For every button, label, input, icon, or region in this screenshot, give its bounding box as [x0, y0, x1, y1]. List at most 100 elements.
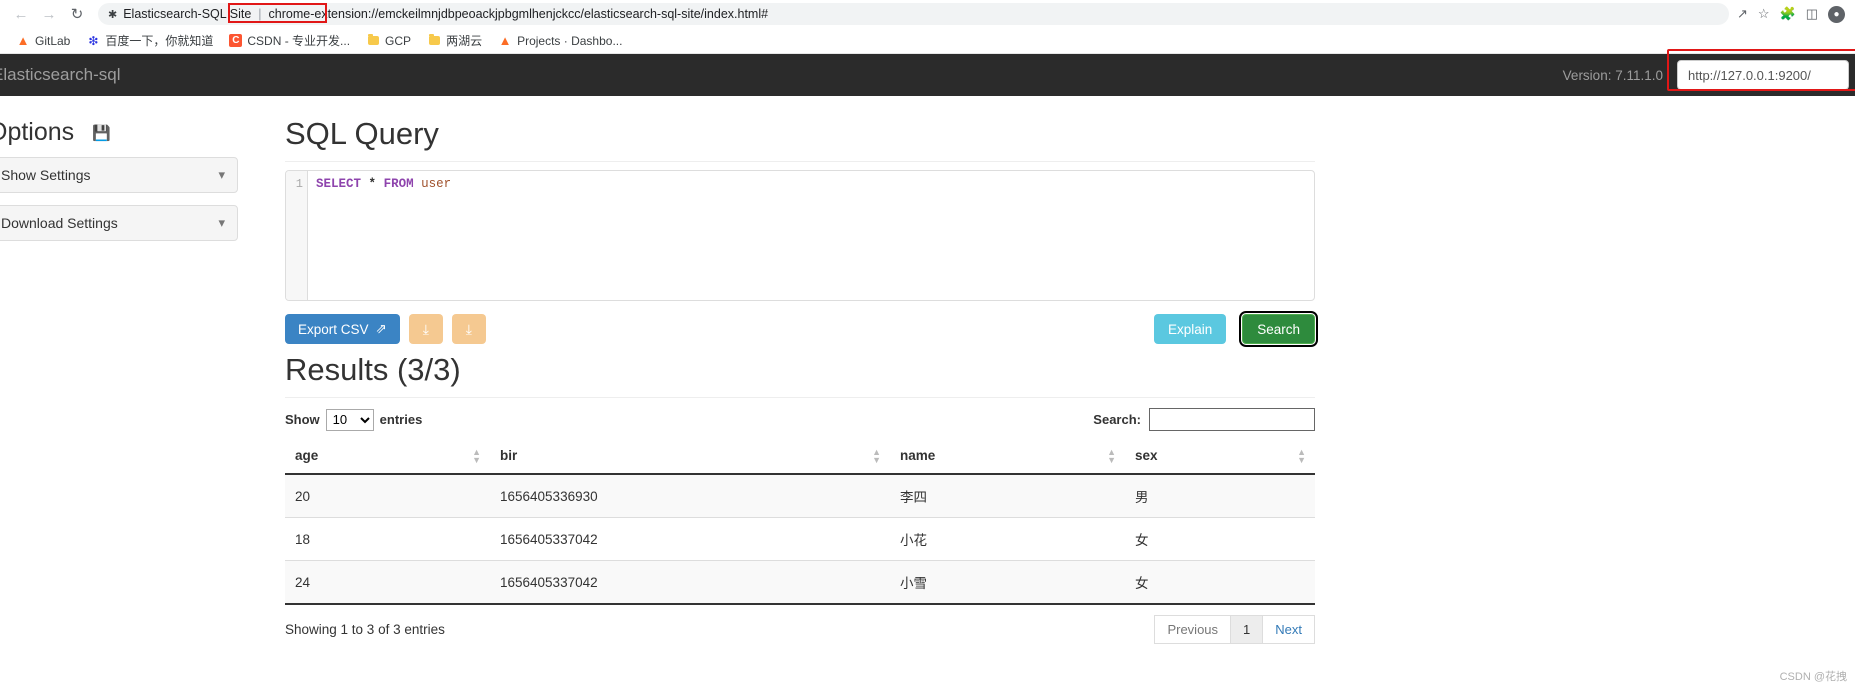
sort-arrows-icon: ▲ ▼: [872, 446, 881, 465]
options-title: Options: [0, 118, 75, 146]
folder-icon: [366, 34, 380, 48]
pagination-previous[interactable]: Previous: [1154, 615, 1232, 644]
bookmark-gitlab[interactable]: ▲ GitLab: [8, 32, 78, 50]
sql-keyword-from: FROM: [383, 177, 414, 191]
cell-age: 20: [285, 474, 490, 518]
puzzle-icon[interactable]: 🧩: [1780, 6, 1796, 22]
pagination: Previous 1 Next: [1154, 615, 1315, 644]
address-bar[interactable]: ✱ Elasticsearch-SQL Site | chrome-extens…: [98, 3, 1729, 25]
version-label: Version: 7.11.1.0: [1562, 67, 1663, 83]
explain-button[interactable]: Explain: [1153, 314, 1227, 344]
panel-download-settings[interactable]: Download Settings ▾: [0, 205, 238, 241]
page-title: SQL Query: [285, 116, 1315, 162]
table-header-row: age ▲ ▼ bir ▲ ▼ name ▲ ▼ sex ▲ ▼: [285, 438, 1315, 475]
column-header-age[interactable]: age ▲ ▼: [285, 438, 490, 475]
page-length-select[interactable]: 102550100: [325, 408, 374, 431]
download-double-line-icon: ⤓: [465, 320, 472, 337]
page-length-control: Show 102550100 entries: [285, 408, 423, 431]
baidu-icon: ❇: [88, 33, 99, 48]
table-controls: Show 102550100 entries Search:: [285, 408, 1315, 431]
sql-table-name: user: [421, 177, 452, 191]
external-export-icon: ⇗: [375, 321, 387, 336]
export-csv-button[interactable]: Export CSV ⇗: [285, 314, 400, 344]
gitlab-icon: ▲: [498, 33, 512, 48]
page-content: Options 💾 Show Settings ▾ Download Setti…: [0, 96, 1855, 644]
chevron-down-icon: ▾: [218, 215, 225, 230]
query-button-row: Export CSV ⇗ ⤓ ⤓ Explain Search: [285, 311, 1318, 347]
navigation-buttons: ← → ↻: [8, 1, 90, 27]
table-row[interactable]: 20 1656405336930 李四 男: [285, 474, 1315, 518]
editor-code-line[interactable]: SELECT * FROM user: [308, 171, 1314, 300]
bookmark-label: GCP: [385, 33, 412, 48]
side-panel-icon[interactable]: ◫: [1806, 6, 1818, 22]
bookmark-lianghuyun[interactable]: 两湖云: [419, 30, 490, 51]
table-search-label: Search:: [1093, 412, 1141, 427]
omnibox-url: chrome-extension://emckeilmnjdbpeoackjpb…: [268, 7, 769, 21]
options-title-row: Options 💾: [0, 96, 285, 157]
bookmark-label: 百度一下，你就知道: [105, 34, 214, 48]
bookmark-label: GitLab: [35, 33, 71, 48]
cell-bir: 1656405337042: [490, 517, 890, 561]
explain-label: Explain: [1167, 321, 1213, 337]
results-table-head: age ▲ ▼ bir ▲ ▼ name ▲ ▼ sex ▲ ▼: [285, 438, 1315, 475]
download-all-button[interactable]: ⤓: [451, 314, 486, 344]
column-label: sex: [1135, 448, 1158, 463]
browser-toolbar-icons: ↗ ☆ 🧩 ◫ ●: [1737, 5, 1847, 23]
pagination-next[interactable]: Next: [1262, 615, 1315, 644]
download-results-button[interactable]: ⤓: [408, 314, 443, 344]
bookmark-label: CSDN - 专业开发...: [247, 34, 351, 48]
gitlab-icon: ▲: [16, 33, 30, 48]
share-icon[interactable]: ↗: [1737, 6, 1748, 22]
omnibox-separator: |: [258, 7, 262, 21]
cell-name: 李四: [890, 474, 1125, 518]
entries-label: entries: [379, 412, 423, 427]
host-url-input[interactable]: [1677, 60, 1849, 90]
table-search-input[interactable]: [1149, 408, 1315, 431]
column-label: age: [295, 448, 319, 463]
star-icon[interactable]: ☆: [1758, 6, 1770, 22]
csdn-icon: C: [229, 34, 243, 47]
table-footer: Showing 1 to 3 of 3 entries Previous 1 N…: [285, 615, 1315, 644]
cell-bir: 1656405336930: [490, 474, 890, 518]
bookmark-csdn[interactable]: C CSDN - 专业开发...: [221, 30, 358, 51]
back-icon[interactable]: ←: [8, 1, 34, 27]
pagination-page-1[interactable]: 1: [1230, 615, 1264, 644]
search-button[interactable]: Search: [1239, 311, 1318, 347]
column-header-bir[interactable]: bir ▲ ▼: [490, 438, 890, 475]
cell-age: 24: [285, 560, 490, 605]
table-row[interactable]: 18 1656405337042 小花 女: [285, 517, 1315, 561]
chevron-down-icon: ▾: [218, 167, 225, 182]
editor-line-number: 1: [286, 171, 308, 300]
bookmark-gcp[interactable]: GCP: [358, 32, 419, 50]
sql-editor[interactable]: 1 SELECT * FROM user: [285, 170, 1315, 301]
reload-icon[interactable]: ↻: [64, 1, 90, 27]
floppy-save-icon[interactable]: 💾: [92, 124, 111, 142]
profile-avatar-icon[interactable]: ●: [1828, 5, 1845, 23]
folder-icon: [427, 34, 441, 48]
main-panel: SQL Query 1 SELECT * FROM user Export CS…: [285, 96, 1855, 644]
app-brand[interactable]: Elasticsearch-sql: [0, 65, 121, 85]
forward-icon[interactable]: →: [36, 1, 62, 27]
options-sidebar: Options 💾 Show Settings ▾ Download Setti…: [0, 96, 285, 253]
show-label: Show: [285, 412, 320, 427]
bookmark-baidu[interactable]: ❇ 百度一下，你就知道: [78, 30, 221, 51]
bookmarks-bar: ▲ GitLab ❇ 百度一下，你就知道 C CSDN - 专业开发... GC…: [0, 28, 1855, 54]
cell-sex: 男: [1125, 474, 1315, 518]
table-row[interactable]: 24 1656405337042 小雪 女: [285, 560, 1315, 605]
bookmark-projects-dashboard[interactable]: ▲ Projects · Dashbo...: [490, 32, 630, 50]
results-title: Results (3/3): [285, 352, 1315, 398]
results-table-body: 20 1656405336930 李四 男 18 1656405337042 小…: [285, 474, 1315, 605]
column-label: bir: [500, 448, 518, 463]
download-to-line-icon: ⤓: [422, 320, 429, 337]
panel-show-settings[interactable]: Show Settings ▾: [0, 157, 238, 193]
cell-age: 18: [285, 517, 490, 561]
column-label: name: [900, 448, 936, 463]
cell-sex: 女: [1125, 560, 1315, 605]
cell-sex: 女: [1125, 517, 1315, 561]
column-header-name[interactable]: name ▲ ▼: [890, 438, 1125, 475]
omnibox-page-title: Elasticsearch-SQL Site: [123, 7, 252, 21]
sql-star: *: [368, 177, 377, 191]
bookmark-label: 两湖云: [446, 34, 483, 48]
panel-label: Download Settings: [1, 215, 118, 231]
column-header-sex[interactable]: sex ▲ ▼: [1125, 438, 1315, 475]
